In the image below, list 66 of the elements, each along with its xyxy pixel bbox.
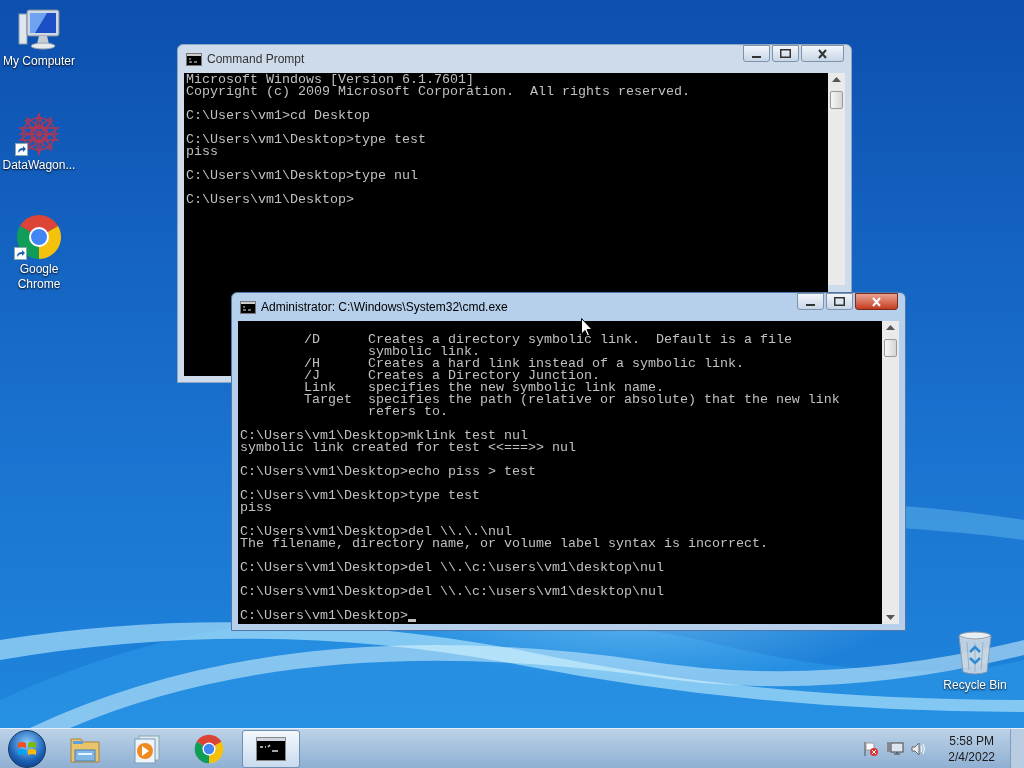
console-line: /D Creates a directory symbolic link. Default is a file — [303, 334, 792, 346]
arrow-down-icon[interactable] — [886, 615, 895, 620]
maximize-icon — [834, 297, 845, 306]
media-player-icon — [133, 733, 161, 764]
console-line: C:\Users\vm1\Desktop> — [186, 194, 354, 206]
console-line: C:\Users\vm1\Desktop>type nul — [186, 170, 418, 182]
taskbar-button[interactable] — [242, 729, 300, 768]
console-line: Link specifies the new symbolic link name. — [303, 382, 664, 394]
minimize-icon — [806, 304, 815, 306]
console-line: piss — [186, 146, 218, 158]
computer-icon[interactable] — [17, 8, 61, 52]
recycle-bin-icon[interactable] — [955, 630, 995, 676]
maximize-icon — [780, 49, 791, 58]
console-line: C:\Users\vm1\Desktop>del \\.\.\nul — [240, 526, 512, 538]
console-line: /J Creates a Directory Junction. — [303, 370, 600, 382]
console-icon — [256, 736, 286, 761]
console-line: C:\Users\vm1>cd Desktop — [186, 110, 370, 122]
scrollbar[interactable] — [828, 73, 845, 285]
console-line: symbolic link. — [366, 346, 480, 358]
console-line: Copyright (c) 2009 Microsoft Corporation. All rights reserved. — [186, 86, 690, 98]
flag-icon[interactable] — [863, 740, 880, 757]
chrome-icon[interactable] — [16, 214, 62, 260]
maximize-button[interactable] — [772, 45, 799, 62]
console-line: C:\Users\vm1\Desktop>mklink test nul — [240, 430, 528, 442]
window-title: Administrator: C:\Windows\System32\cmd.exe — [261, 299, 508, 316]
star-pattern-icon[interactable] — [17, 112, 61, 156]
console-line: C:\Users\vm1\Desktop>type test — [186, 134, 426, 146]
console-line: C:\Users\vm1\Desktop> — [240, 610, 408, 622]
arrow-up-icon[interactable] — [832, 77, 841, 82]
icon-label: My Computer — [2, 54, 76, 69]
windows-logo-icon — [17, 739, 37, 758]
console-icon — [240, 300, 256, 314]
start-button[interactable] — [8, 729, 46, 768]
console-line: Target specifies the path (relative or absolute) that the new link — [303, 394, 840, 406]
clock-time[interactable]: 5:58 PM — [949, 732, 994, 749]
minimize-button[interactable] — [743, 45, 770, 62]
icon-label: Recycle Bin — [942, 678, 1008, 693]
window-title: Command Prompt — [207, 51, 305, 68]
minimize-button[interactable] — [797, 293, 824, 310]
close-icon — [818, 48, 827, 59]
console-line: refers to. — [366, 406, 448, 418]
network-icon[interactable] — [886, 740, 905, 757]
console-line: The filename, directory name, or volume label syntax is incorrect. — [240, 538, 768, 550]
console-line: C:\Users\vm1\Desktop>echo piss > test — [240, 466, 536, 478]
console-icon — [186, 52, 202, 66]
console-line: C:\Users\vm1\Desktop>del \\.\c:\users\vm1\desktop\nul — [240, 586, 664, 598]
console-line: Microsoft Windows [Version 6.1.7601] — [186, 74, 474, 86]
icon-label: Google Chrome — [16, 262, 62, 292]
console-line: /H Creates a hard link instead of a symbolic link. — [303, 358, 744, 370]
arrow-up-icon[interactable] — [886, 325, 895, 330]
icon-label: DataWagon... — [1, 158, 77, 173]
console-line: piss — [240, 502, 272, 514]
chrome-icon — [194, 733, 224, 764]
close-button[interactable] — [801, 45, 844, 62]
close-button[interactable] — [855, 293, 898, 310]
clock-date[interactable]: 2/4/2022 — [948, 748, 995, 765]
minimize-icon — [752, 56, 761, 58]
console-line: symbolic link created for test <<===>> nul — [240, 442, 576, 454]
close-icon — [872, 296, 881, 307]
scrollbar-thumb[interactable] — [884, 339, 897, 357]
scrollbar-thumb[interactable] — [830, 91, 843, 109]
maximize-button[interactable] — [826, 293, 853, 310]
console-line: C:\Users\vm1\Desktop>del \\.\c:\users\vm1\desktop\nul — [240, 562, 664, 574]
console-line: C:\Users\vm1\Desktop>type test — [240, 490, 480, 502]
scrollbar[interactable] — [882, 321, 899, 624]
speaker-icon[interactable] — [911, 740, 928, 757]
